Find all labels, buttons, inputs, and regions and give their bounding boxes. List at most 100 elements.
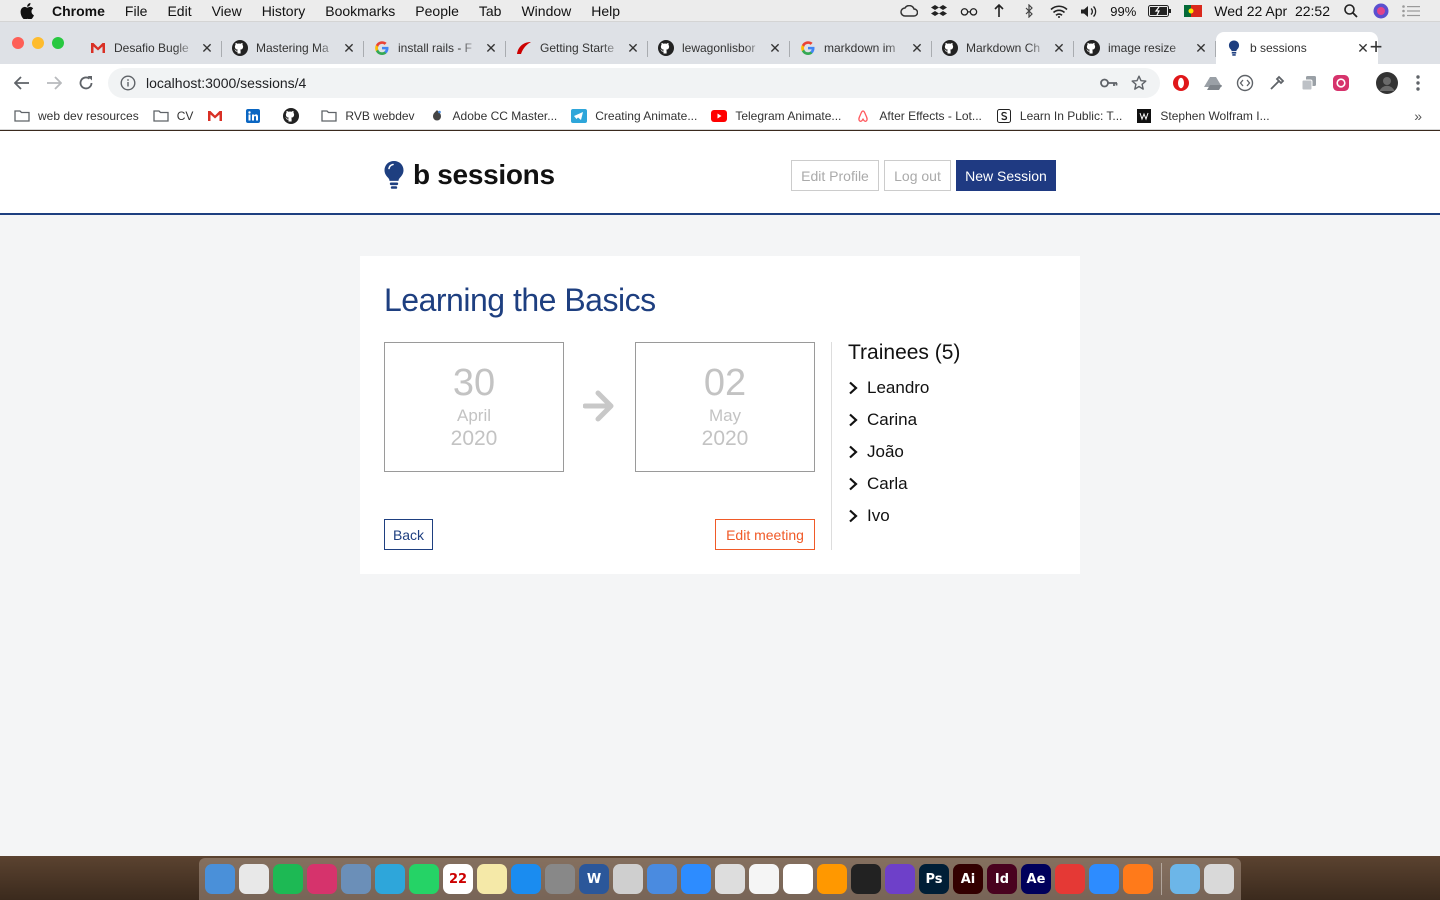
opera-extension-icon[interactable]	[1171, 73, 1191, 93]
bookmark-item[interactable]: RVB webdev	[321, 109, 415, 123]
new-tab-button[interactable]: +	[1366, 36, 1386, 60]
zoom-icon[interactable]	[1089, 864, 1119, 894]
siri-icon[interactable]	[1372, 3, 1390, 19]
tab-active[interactable]: b sessions ✕	[1216, 32, 1378, 64]
menu-help[interactable]: Help	[591, 3, 620, 19]
screenshot-icon[interactable]	[341, 864, 371, 894]
notes-icon[interactable]	[477, 864, 507, 894]
github-desktop-icon[interactable]	[885, 864, 915, 894]
menu-window[interactable]: Window	[521, 3, 571, 19]
close-tab-icon[interactable]: ✕	[626, 40, 640, 57]
close-tab-icon[interactable]: ✕	[910, 40, 924, 57]
chrome-menu-icon[interactable]	[1408, 73, 1428, 93]
apple-icon[interactable]	[20, 2, 34, 19]
menu-app-chrome[interactable]: Chrome	[52, 3, 105, 19]
zoom-video-icon[interactable]	[681, 864, 711, 894]
after-effects-icon[interactable]: Ae	[1021, 864, 1051, 894]
tab[interactable]: markdown im ✕	[790, 32, 932, 64]
slack-icon[interactable]	[783, 864, 813, 894]
spotify-icon[interactable]	[273, 864, 303, 894]
reload-button[interactable]	[70, 69, 102, 97]
edit-meeting-button[interactable]: Edit meeting	[715, 519, 815, 550]
quicktime-icon[interactable]	[647, 864, 677, 894]
bookmark-item[interactable]: Creating Animate...	[571, 108, 697, 123]
forward-nav-button[interactable]	[38, 69, 70, 97]
telegram-icon[interactable]	[375, 864, 405, 894]
bookmark-star-icon[interactable]	[1130, 74, 1148, 92]
profile-avatar[interactable]	[1376, 72, 1398, 94]
word-icon[interactable]: W	[579, 864, 609, 894]
textedit-icon[interactable]	[749, 864, 779, 894]
tab[interactable]: Markdown Ch ✕	[932, 32, 1074, 64]
brand-logo[interactable]: b sessions	[383, 159, 555, 191]
trainee-item[interactable]: Carla	[848, 474, 908, 494]
tab[interactable]: Desafio Bugle ✕	[80, 32, 222, 64]
system-preferences-icon[interactable]	[545, 864, 575, 894]
menu-people[interactable]: People	[415, 3, 459, 19]
bookmark-item[interactable]: After Effects - Lot...	[855, 109, 982, 123]
trainee-item[interactable]: Carina	[848, 410, 917, 430]
wifi-icon[interactable]	[1050, 4, 1068, 18]
transmit-icon[interactable]	[1123, 864, 1153, 894]
bookmark-item[interactable]: CV	[153, 109, 193, 123]
bookmark-item[interactable]	[245, 108, 269, 123]
tab[interactable]: install rails - F ✕	[364, 32, 506, 64]
menu-file[interactable]: File	[125, 3, 148, 19]
spotlight-search-icon[interactable]	[1342, 4, 1360, 18]
chrome-icon[interactable]	[239, 864, 269, 894]
close-window-button[interactable]	[12, 37, 24, 49]
whatsapp-icon[interactable]	[409, 864, 439, 894]
illustrator-icon[interactable]: Ai	[953, 864, 983, 894]
tab[interactable]: Mastering Ma ✕	[222, 32, 364, 64]
copy-extension-icon[interactable]	[1299, 73, 1319, 93]
battery-percent[interactable]: 99%	[1110, 4, 1136, 19]
upload-arrow-icon[interactable]	[990, 4, 1008, 18]
back-nav-button[interactable]	[6, 69, 38, 97]
tab[interactable]: image resize ✕	[1074, 32, 1216, 64]
close-tab-icon[interactable]: ✕	[200, 40, 214, 57]
menu-history[interactable]: History	[262, 3, 306, 19]
address-bar[interactable]: localhost:3000/sessions/4	[108, 68, 1160, 98]
bookmark-item[interactable]	[207, 109, 231, 123]
terminal-icon[interactable]	[851, 864, 881, 894]
volume-icon[interactable]	[1080, 4, 1098, 18]
trash-icon[interactable]	[1204, 864, 1234, 894]
close-tab-icon[interactable]: ✕	[1194, 40, 1208, 57]
trainee-item[interactable]: João	[848, 442, 904, 462]
maximize-window-button[interactable]	[52, 37, 64, 49]
drive-extension-icon[interactable]	[1203, 73, 1223, 93]
site-info-icon[interactable]	[120, 75, 136, 91]
script-editor-icon[interactable]	[613, 864, 643, 894]
hand-app-icon[interactable]	[1055, 864, 1085, 894]
new-session-button[interactable]: New Session	[956, 160, 1056, 191]
portugal-flag-icon[interactable]	[1184, 4, 1203, 18]
battery-icon[interactable]	[1148, 4, 1172, 18]
close-tab-icon[interactable]: ✕	[342, 40, 356, 57]
minimize-window-button[interactable]	[32, 37, 44, 49]
eyedropper-extension-icon[interactable]	[1267, 73, 1287, 93]
url-text[interactable]: localhost:3000/sessions/4	[146, 75, 306, 91]
creative-cloud-icon[interactable]	[900, 4, 919, 18]
instagram-extension-icon[interactable]	[1331, 73, 1351, 93]
menu-tab[interactable]: Tab	[479, 3, 502, 19]
close-tab-icon[interactable]: ✕	[484, 40, 498, 57]
bookmark-item[interactable]	[283, 107, 307, 124]
trainee-item[interactable]: Leandro	[848, 378, 929, 398]
photoshop-icon[interactable]: Ps	[919, 864, 949, 894]
log-out-button[interactable]: Log out	[884, 160, 951, 191]
indesign-icon[interactable]: Id	[987, 864, 1017, 894]
bookmark-item[interactable]: web dev resources	[14, 109, 139, 123]
bookmark-item[interactable]: Learn In Public: T...	[996, 108, 1122, 123]
close-tab-icon[interactable]: ✕	[1052, 40, 1066, 57]
bookmark-item[interactable]: Adobe CC Master...	[429, 109, 557, 123]
tab[interactable]: Getting Starte ✕	[506, 32, 648, 64]
menu-bookmarks[interactable]: Bookmarks	[325, 3, 395, 19]
app-store-icon[interactable]	[511, 864, 541, 894]
glasses-icon[interactable]	[960, 4, 978, 18]
trainee-item[interactable]: Ivo	[848, 506, 890, 526]
key-icon[interactable]	[1100, 74, 1118, 92]
close-tab-icon[interactable]: ✕	[768, 40, 782, 57]
menubar-clock[interactable]: Wed 22 Apr 22:52	[1214, 3, 1330, 19]
calendar-icon[interactable]: 22	[443, 864, 473, 894]
tab[interactable]: lewagonlisbor ✕	[648, 32, 790, 64]
